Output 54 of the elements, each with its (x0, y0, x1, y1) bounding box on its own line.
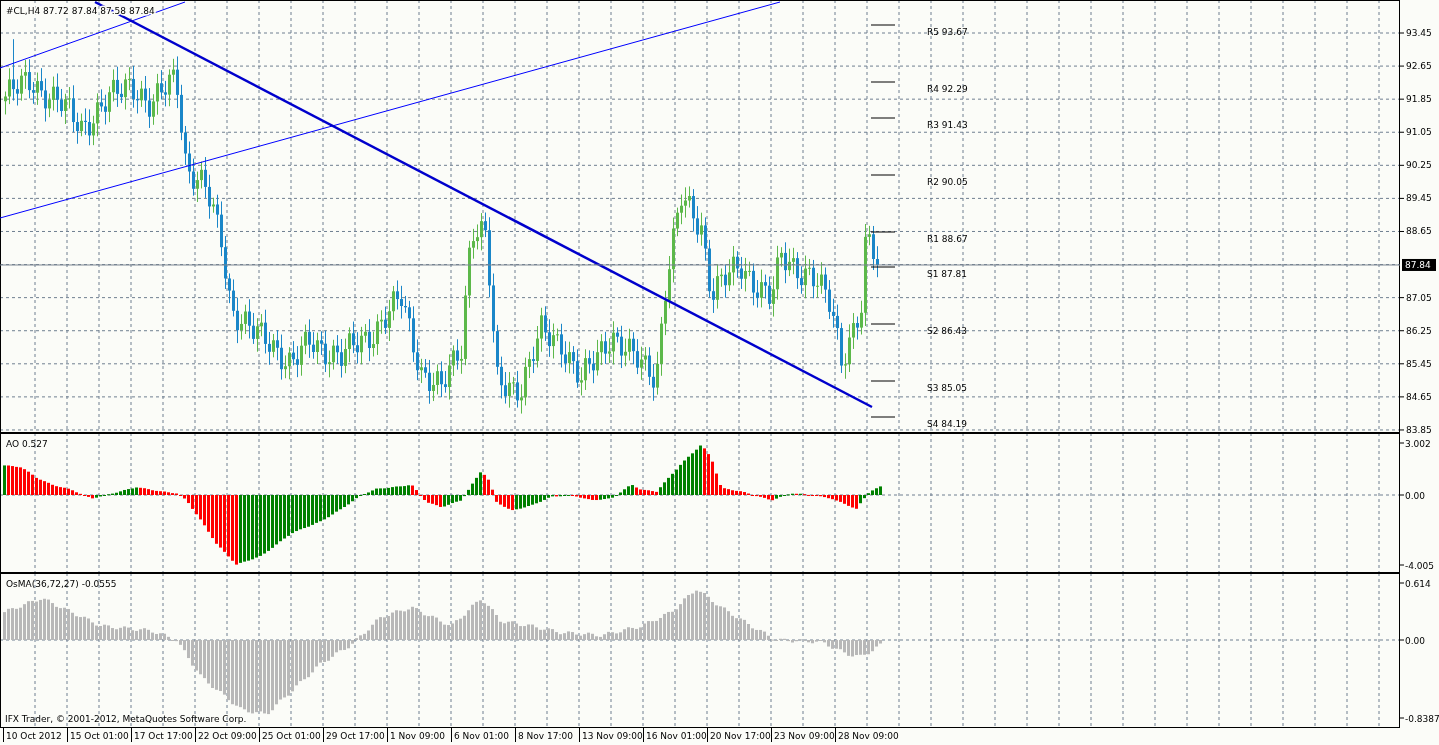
pivot-label: S4 84.19 (927, 419, 968, 429)
price-label: 91.85 (1406, 94, 1432, 105)
pivot-label: R4 92.29 (927, 84, 968, 94)
time-label: 20 Nov 17:00 (707, 728, 771, 742)
price-label: 87.05 (1406, 292, 1432, 303)
time-label: 29 Oct 17:00 (323, 728, 387, 742)
indicator-axis-label: 0.00 (1405, 636, 1426, 646)
time-label: 17 Oct 17:00 (131, 728, 195, 742)
price-label: 89.45 (1406, 193, 1432, 204)
current-price-label: 87.84 (1402, 258, 1436, 271)
time-label: 13 Nov 09:00 (579, 728, 643, 742)
pivot-line (870, 174, 896, 176)
indicator-axis-label: -0.8387 (1405, 714, 1439, 724)
indicator-axis-label: 0.00 (1405, 491, 1426, 501)
price-label: 88.65 (1406, 226, 1432, 237)
copyright-text: IFX Trader, © 2001-2012, MetaQuotes Software Corp. (5, 714, 247, 724)
pivot-line (870, 323, 896, 325)
pivot-label: R5 93.67 (927, 27, 968, 37)
price-label: 84.65 (1406, 391, 1432, 402)
price-label: 83.85 (1406, 424, 1432, 433)
pivot-line (870, 380, 896, 382)
pivot-line (870, 24, 896, 26)
pivot-line (870, 231, 896, 233)
pivot-label: R3 91.43 (927, 120, 968, 130)
indicator-title: OsMA(36,72,27) -0.0555 (6, 579, 117, 589)
indicator-title: AO 0.527 (6, 439, 48, 449)
time-label: 10 Oct 2012 (3, 728, 67, 742)
pivot-line (870, 266, 896, 268)
time-label: 25 Oct 01:00 (259, 728, 323, 742)
pivot-label: R2 90.05 (927, 177, 968, 187)
pivot-line (870, 81, 896, 83)
price-label: 91.05 (1406, 127, 1432, 138)
indicator-axis-label: 3.002 (1405, 439, 1431, 449)
pivot-label: S1 87.81 (927, 269, 968, 279)
pivot-label: S3 85.05 (927, 383, 968, 393)
indicator-axis-label: 0.614 (1405, 579, 1431, 589)
time-label: 8 Nov 17:00 (515, 728, 579, 742)
time-label: 15 Oct 01:00 (67, 728, 131, 742)
time-label: 22 Oct 09:00 (195, 728, 259, 742)
price-label: 90.25 (1406, 160, 1432, 171)
time-label: 1 Nov 09:00 (387, 728, 451, 742)
pivot-line (870, 416, 896, 418)
price-label: 92.65 (1406, 61, 1432, 72)
pivot-line (870, 117, 896, 119)
pivot-label: S2 86.43 (927, 326, 968, 336)
price-label: 93.45 (1406, 28, 1432, 38)
price-label: 86.25 (1406, 325, 1432, 336)
time-label: 16 Nov 01:00 (643, 728, 707, 742)
time-label: 6 Nov 01:00 (451, 728, 515, 742)
time-label: 28 Nov 09:00 (835, 728, 899, 742)
time-label: 23 Nov 09:00 (771, 728, 835, 742)
price-label: 85.45 (1406, 358, 1432, 369)
pivot-label: R1 88.67 (927, 234, 968, 244)
indicator-axis-label: -4.005 (1405, 561, 1434, 571)
